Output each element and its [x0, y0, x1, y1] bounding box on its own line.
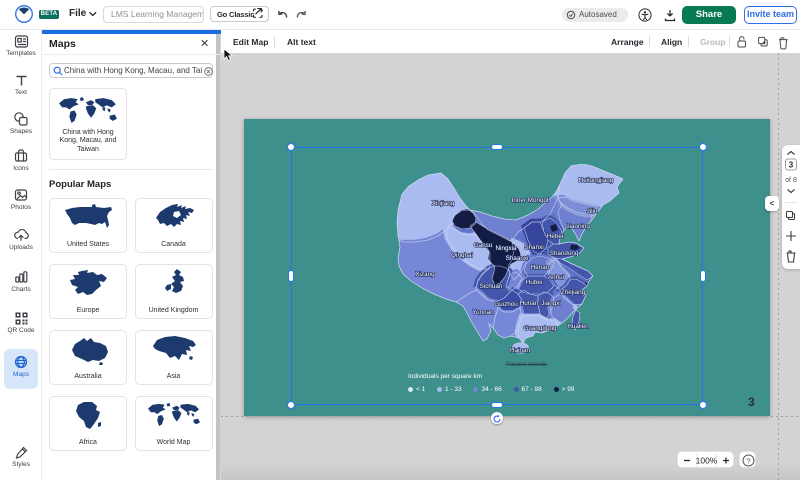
svg-text:3: 3 — [789, 161, 794, 170]
svg-text:of 8: of 8 — [785, 177, 797, 184]
svg-text:?: ? — [746, 457, 750, 466]
svg-text:100%: 100% — [696, 456, 718, 466]
